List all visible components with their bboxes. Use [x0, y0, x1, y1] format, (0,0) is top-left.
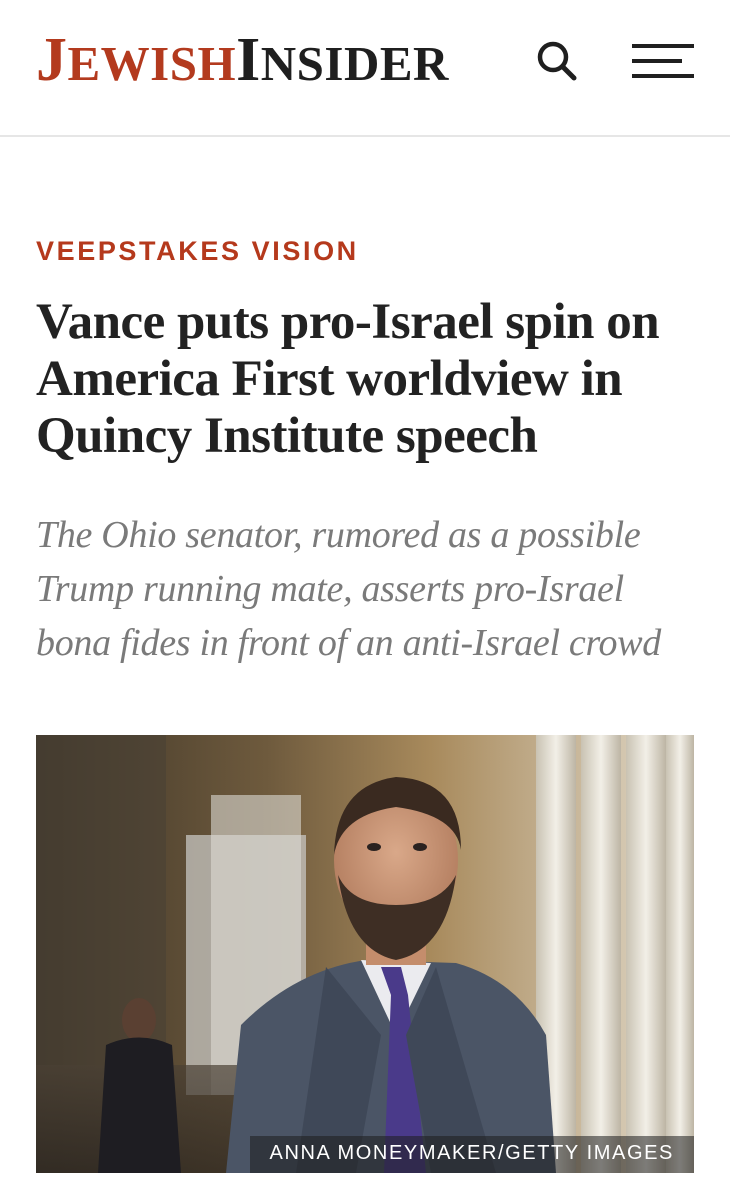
logo-jewish: JEWISH [36, 26, 237, 94]
search-button[interactable] [536, 40, 578, 82]
article-subheadline: The Ohio senator, rumored as a possible … [36, 514, 661, 664]
article-category[interactable]: VEEPSTAKES VISION [36, 236, 359, 267]
search-icon [537, 41, 577, 81]
photo-credit: ANNA MONEYMAKER/GETTY IMAGES [249, 1136, 694, 1173]
site-header: JEWISHINSIDER [0, 0, 730, 137]
article-headline: Vance puts pro-Israel spin on America Fi… [36, 294, 660, 464]
hamburger-menu-icon [632, 44, 694, 78]
menu-button[interactable] [632, 42, 694, 80]
hero-image: ANNA MONEYMAKER/GETTY IMAGES [36, 735, 694, 1173]
site-logo[interactable]: JEWISHINSIDER [36, 24, 449, 112]
hero-photo [36, 735, 694, 1173]
logo-insider: INSIDER [236, 26, 449, 94]
